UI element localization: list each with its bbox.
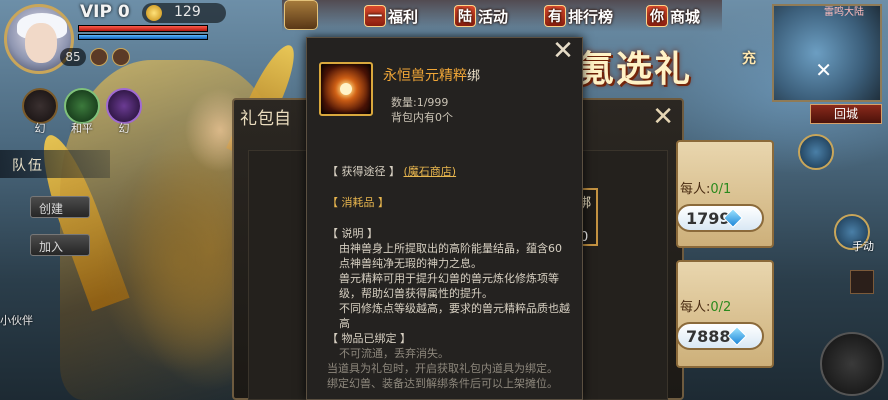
bound-line-1: 不可流通，丢弃消失。: [339, 347, 449, 360]
buff-icon[interactable]: [90, 48, 108, 66]
close-icon[interactable]: ✕: [815, 58, 832, 82]
source-link[interactable]: (魔石商店): [404, 165, 457, 178]
gift-dialog-close-icon[interactable]: ✕: [652, 102, 674, 132]
level-row: 85: [60, 48, 130, 66]
reward-limit-count: 0/1: [710, 182, 732, 197]
gift-dialog-title: 礼包自: [240, 109, 291, 129]
skill-bar: 幻 和平 幻: [22, 88, 142, 135]
item-icon: [319, 62, 373, 116]
event-banner[interactable]: 氪选礼: [578, 40, 692, 92]
item-name-text: 永恒兽元精粹: [383, 68, 467, 84]
reward-limit-1: 每人:0/1: [680, 178, 731, 197]
source-row: 【 获得途径 】 (魔石商店): [327, 164, 571, 179]
item-in-bag: 背包内有0个: [391, 111, 453, 124]
coin-icon: [146, 5, 162, 21]
treasure-chest-icon[interactable]: [284, 0, 318, 30]
reward-limit-count: 0/2: [710, 300, 732, 315]
bound-label: 【 物品已绑定 】: [327, 332, 411, 345]
join-team-button[interactable]: 加入: [30, 234, 90, 256]
item-name: 永恒兽元精粹绑: [383, 65, 480, 85]
item-icon-core: [340, 83, 352, 95]
auto-label: 手动: [852, 240, 874, 253]
menu-events[interactable]: 陆 活动: [454, 4, 508, 28]
menu-label: 商城: [670, 7, 701, 26]
menu-label: 福利: [388, 7, 419, 26]
desc-label: 【 说明 】: [327, 227, 378, 240]
return-city-button[interactable]: 回城: [810, 104, 882, 124]
attack-joystick[interactable]: [820, 332, 884, 396]
buy-button-1[interactable]: 1799: [676, 204, 764, 232]
type-tag-text: 【 消耗品 】: [327, 196, 389, 209]
bind-tag: 绑: [467, 69, 481, 84]
create-team-button[interactable]: 创建: [30, 196, 90, 218]
source-label: 【 获得途径 】: [327, 165, 400, 178]
skill-slot-1[interactable]: 幻: [22, 88, 58, 135]
desc-line-2: 兽元精粹可用于提升幻兽的兽元炼化修炼项等级，帮助幻兽获得属性的提升。: [339, 272, 559, 300]
minimap-title: 雷鸣大陆: [824, 7, 864, 18]
skill-label: 幻: [34, 122, 46, 135]
skill-slot-2[interactable]: 和平: [64, 88, 100, 135]
desc-line-3: 不同修炼点等级越高，要求的兽元精粹品质也越高: [339, 302, 570, 330]
recharge-button[interactable]: 充: [742, 48, 756, 68]
price-value: 7888: [686, 327, 731, 346]
menu-label: 活动: [478, 7, 509, 26]
bag-button[interactable]: [850, 270, 874, 294]
menu-shop[interactable]: 你 商城: [646, 4, 700, 28]
avatar-face: [25, 23, 57, 63]
skill-label: 幻: [118, 122, 130, 135]
item-description: 【 获得途径 】 (魔石商店) 【 消耗品 】 【 说明 】 由神兽身上所提取出…: [327, 164, 571, 391]
menu-badge: 你: [646, 5, 668, 27]
partner-label: 小伙伴: [0, 314, 33, 327]
desc-line-1: 由神兽身上所提取出的高阶能量结晶，蕴含60点神兽纯净无瑕的神力之息。: [339, 242, 562, 270]
skill-slot-3[interactable]: 幻: [106, 88, 142, 135]
menu-badge: 一: [364, 5, 386, 27]
bound-line-3: 绑定幻兽、装备达到解绑条件后可以上架摊位。: [327, 377, 558, 390]
shop-round-button[interactable]: [798, 134, 834, 170]
type-tag: 【 消耗品 】: [327, 195, 571, 210]
buff-icon-2[interactable]: [112, 48, 130, 66]
reward-limit-label: 每人:: [680, 300, 711, 315]
vip-level[interactable]: VIP 0: [80, 2, 130, 22]
reward-limit-label: 每人:: [680, 182, 711, 197]
reward-limit-2: 每人:0/2: [680, 296, 731, 315]
menu-badge: 陆: [454, 5, 476, 27]
menu-ranking[interactable]: 有 排行榜: [544, 4, 613, 28]
team-tab[interactable]: 队伍: [0, 150, 110, 178]
bound-line-2: 当道具为礼包时，开启获取礼包内道具为绑定。: [327, 362, 558, 375]
minimap[interactable]: [772, 4, 882, 102]
item-quantity: 数量:1/999: [391, 96, 449, 109]
menu-welfare[interactable]: 一 福利: [364, 4, 418, 28]
tooltip-close-icon[interactable]: ✕: [550, 38, 576, 64]
hp-bar: [78, 25, 208, 32]
mp-bar: [78, 34, 208, 40]
player-level: 85: [60, 48, 86, 66]
menu-label: 排行榜: [568, 7, 614, 26]
buy-button-2[interactable]: 7888: [676, 322, 764, 350]
item-tooltip: 永恒兽元精粹绑 数量:1/999 背包内有0个 【 获得途径 】 (魔石商店) …: [306, 37, 583, 400]
skill-label: 和平: [71, 122, 93, 135]
menu-badge: 有: [544, 5, 566, 27]
gold-value: 129: [174, 4, 201, 20]
